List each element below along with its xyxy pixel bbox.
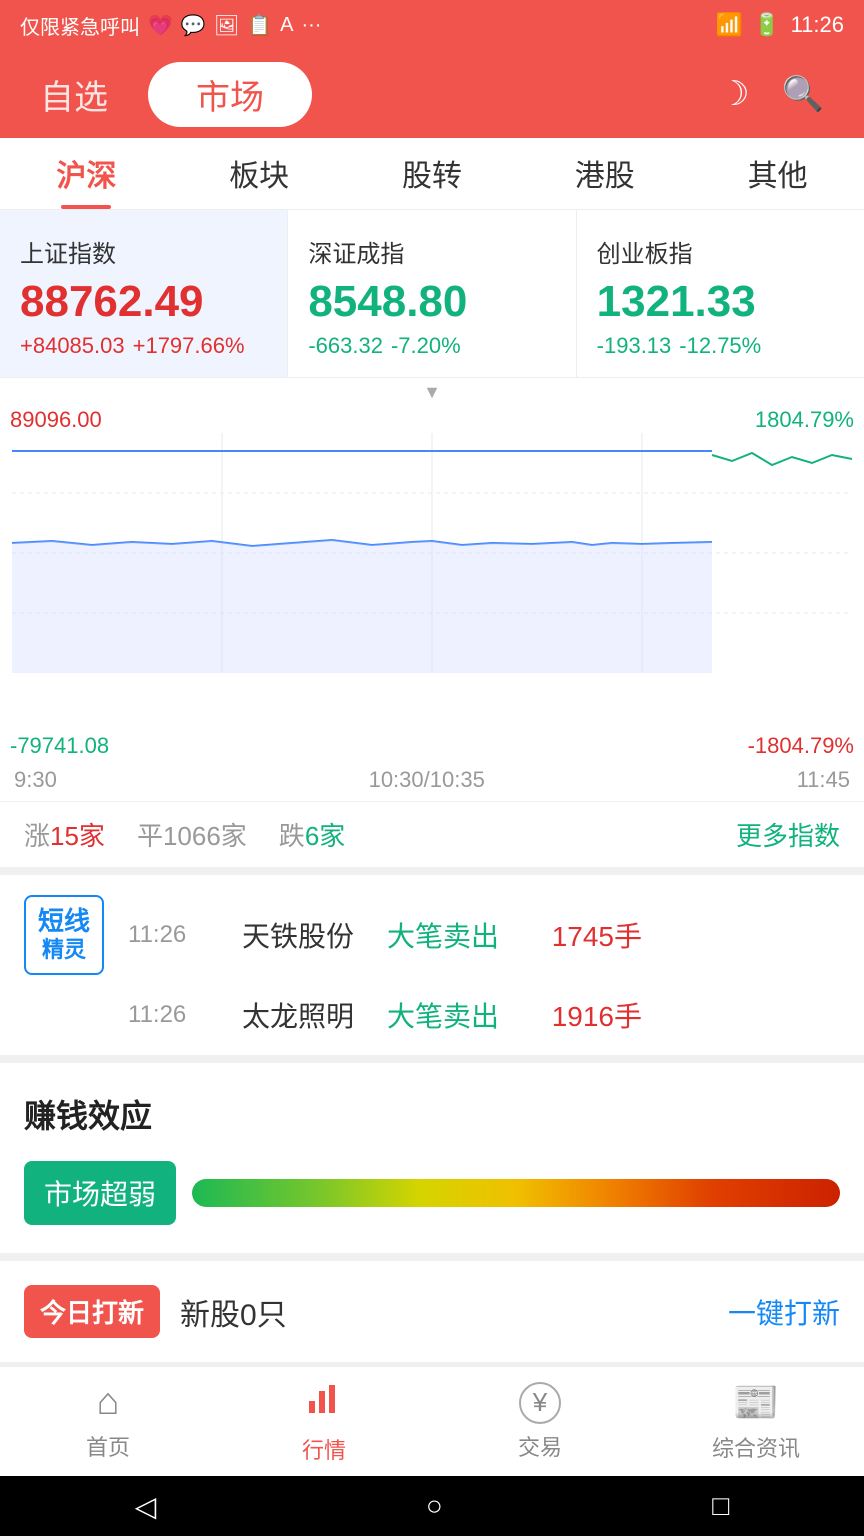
status-bar: 仅限紧急呼叫 💗 💬 🖼 📋 A ··· 📶 🔋 11:26 [0, 0, 864, 50]
moon-icon[interactable]: ☽ [719, 74, 749, 114]
money-effect-section: 赚钱效应 市场超弱 [0, 1063, 864, 1261]
status-icon5: ··· [301, 14, 321, 37]
stats-up: 涨15家 [24, 816, 105, 853]
index-change-2: -193.13 [597, 333, 672, 359]
bottom-nav-trade-label: 交易 [518, 1430, 562, 1462]
recent-btn[interactable]: □ [712, 1490, 729, 1522]
nav-shichang[interactable]: 市场 [148, 62, 312, 127]
bottom-nav-trade[interactable]: ¥ 交易 [432, 1367, 648, 1476]
status-emergency-text: 仅限紧急呼叫 [20, 11, 140, 40]
tabs-bar: 沪深 板块 股转 港股 其他 [0, 138, 864, 210]
home-icon: ⌂ [97, 1381, 120, 1424]
status-icon2: 🖼 [214, 13, 239, 38]
money-effect-title: 赚钱效应 [24, 1091, 840, 1137]
chart-triangle: ▼ [0, 378, 864, 407]
index-name-0: 上证指数 [20, 234, 267, 269]
market-stats-left: 涨15家 平1066家 跌6家 [24, 816, 345, 853]
market-status-label: 市场超弱 [24, 1161, 176, 1225]
market-stats: 涨15家 平1066家 跌6家 更多指数 [0, 801, 864, 875]
index-card-chuangye[interactable]: 创业板指 1321.33 -193.13 -12.75% [577, 210, 864, 377]
bottom-nav-market[interactable]: 行情 [216, 1367, 432, 1476]
bottom-nav-news-label: 综合资讯 [712, 1431, 800, 1463]
index-change-1: -663.32 [308, 333, 383, 359]
time-display: 11:26 [791, 12, 844, 38]
chart-time: 9:30 10:30/10:35 11:45 [0, 765, 864, 801]
tab-hushen[interactable]: 沪深 [0, 151, 173, 209]
chart-bottom-right: -1804.79% [748, 733, 854, 759]
wifi-icon: 📶 [716, 12, 743, 38]
one-click-btn[interactable]: 一键打新 [728, 1292, 840, 1332]
bottom-nav-home[interactable]: ⌂ 首页 [0, 1367, 216, 1476]
tab-qita[interactable]: 其他 [691, 151, 864, 209]
chart-area: ▼ 89096.00 1804.79% -79741.08 -1804.79% … [0, 378, 864, 801]
chart-top-right: 1804.79% [755, 407, 854, 433]
stats-down: 跌6家 [279, 816, 345, 853]
chart-top-left: 89096.00 [10, 407, 102, 433]
tab-bankuai[interactable]: 板块 [173, 151, 346, 209]
android-nav: ◁ ○ □ [0, 1476, 864, 1536]
bottom-nav-market-label: 行情 [302, 1433, 346, 1465]
index-name-1: 深证成指 [308, 234, 555, 269]
nav-zixuan[interactable]: 自选 [40, 70, 108, 119]
new-stocks-left: 今日打新 新股0只 [24, 1285, 287, 1338]
index-value-0: 88762.49 [20, 277, 267, 327]
status-icon3: 📋 [247, 13, 272, 38]
news-icon: 📰 [732, 1381, 779, 1425]
bottom-nav: ⌂ 首页 行情 ¥ 交易 📰 综合资讯 [0, 1366, 864, 1476]
chart-time-mid: 10:30/10:35 [369, 767, 485, 793]
shortline-row-1: 11:26 太龙照明 大笔卖出 1916手 [24, 995, 642, 1035]
bottom-nav-home-label: 首页 [86, 1430, 130, 1462]
header: 自选 市场 ☽ 🔍 [0, 50, 864, 138]
index-value-2: 1321.33 [597, 277, 844, 327]
index-changes-1: -663.32 -7.20% [308, 333, 555, 359]
triangle-icon: ▼ [423, 382, 441, 403]
market-icon [305, 1379, 343, 1427]
index-value-1: 8548.80 [308, 277, 555, 327]
chart-bottom-left: -79741.08 [10, 733, 109, 759]
index-change-0: +84085.03 [20, 333, 125, 359]
jrDaXin-badge: 今日打新 [24, 1285, 160, 1338]
index-cards: 上证指数 88762.49 +84085.03 +1797.66% 深证成指 8… [0, 210, 864, 378]
chart-time-start: 9:30 [14, 767, 57, 793]
trade-icon: ¥ [519, 1382, 561, 1424]
index-changes-0: +84085.03 +1797.66% [20, 333, 267, 359]
status-icon4: A [280, 14, 293, 37]
status-heart-icon: 💗 [148, 13, 173, 38]
index-changepct-1: -7.20% [391, 333, 461, 359]
new-stocks-section: 今日打新 新股0只 一键打新 [0, 1261, 864, 1370]
money-effect-bar: 市场超弱 [24, 1161, 840, 1225]
status-icon1: 💬 [181, 13, 206, 38]
header-nav: 自选 市场 [40, 62, 312, 127]
bottom-nav-news[interactable]: 📰 综合资讯 [648, 1367, 864, 1476]
index-changepct-2: -12.75% [679, 333, 761, 359]
home-btn[interactable]: ○ [426, 1490, 443, 1522]
tab-ganggu[interactable]: 港股 [518, 151, 691, 209]
tab-guzhuantong[interactable]: 股转 [346, 151, 519, 209]
chart-container[interactable] [0, 433, 864, 733]
chart-label-bottom: -79741.08 -1804.79% [0, 733, 864, 765]
shortline-badge: 短线 精灵 [24, 895, 104, 975]
money-effect-gradient [192, 1179, 840, 1207]
index-card-shenzhen[interactable]: 深证成指 8548.80 -663.32 -7.20% [288, 210, 576, 377]
shortline-row-0: 短线 精灵 11:26 天铁股份 大笔卖出 1745手 [24, 895, 642, 975]
battery-icon: 🔋 [753, 12, 780, 38]
chart-time-end: 11:45 [797, 767, 850, 793]
index-card-shangzheng[interactable]: 上证指数 88762.49 +84085.03 +1797.66% [0, 210, 288, 377]
index-name-2: 创业板指 [597, 234, 844, 269]
status-left: 仅限紧急呼叫 💗 💬 🖼 📋 A ··· [20, 11, 321, 40]
stats-flat: 平1066家 [137, 816, 247, 853]
new-stocks-info: 新股0只 [180, 1290, 287, 1334]
status-right: 📶 🔋 11:26 [716, 12, 844, 38]
chart-label-top: 89096.00 1804.79% [0, 407, 864, 433]
more-index-link[interactable]: 更多指数 [736, 816, 840, 853]
index-changes-2: -193.13 -12.75% [597, 333, 844, 359]
back-btn[interactable]: ◁ [135, 1490, 157, 1523]
search-icon[interactable]: 🔍 [782, 74, 824, 114]
index-changepct-0: +1797.66% [133, 333, 245, 359]
shortline-section: 短线 精灵 11:26 天铁股份 大笔卖出 1745手 11:26 太龙照明 大… [0, 875, 864, 1063]
header-icons: ☽ 🔍 [719, 74, 824, 114]
